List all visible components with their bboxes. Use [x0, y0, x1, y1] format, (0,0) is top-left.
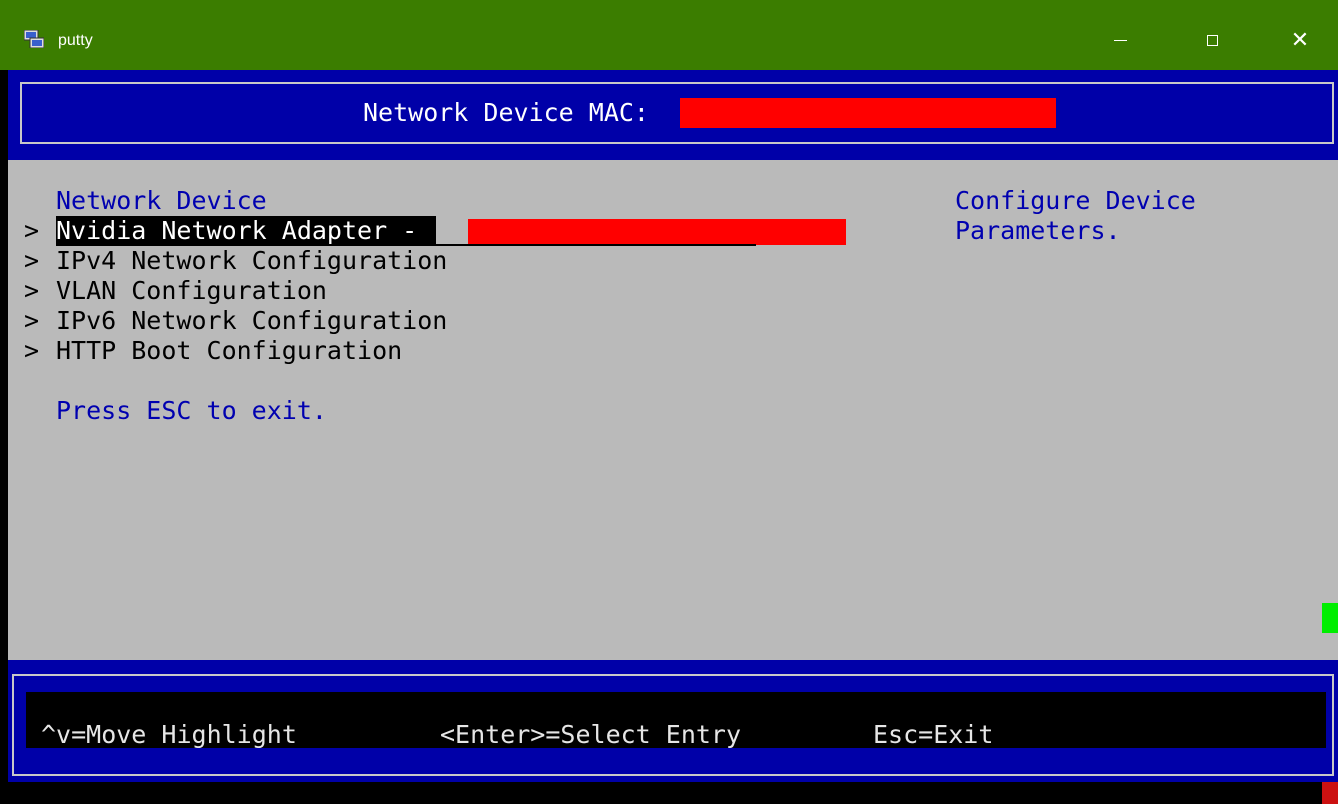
mac-redaction — [680, 98, 1056, 128]
section-title: Network Device — [56, 186, 267, 215]
form-content: Network Device > Nvidia Network Adapter … — [8, 160, 1338, 660]
help-text-line1: Configure Device — [955, 186, 1196, 215]
header-label: Network Device MAC: — [363, 98, 649, 127]
menu-item-http-boot[interactable]: HTTP Boot Configuration — [56, 336, 402, 366]
terminal-area[interactable]: Network Device MAC: Network Device > Nvi… — [0, 70, 1338, 804]
menu-item-nvidia-adapter[interactable]: Nvidia Network Adapter - — [56, 216, 437, 246]
menu-arrow: > — [24, 306, 40, 335]
menu-arrow: > — [24, 336, 40, 365]
header-band: Network Device MAC: — [8, 70, 1338, 160]
menu-arrow: > — [24, 216, 40, 245]
help-move: ^v=Move Highlight — [41, 720, 297, 749]
help-select: <Enter>=Select Entry — [440, 720, 742, 749]
window-titlebar[interactable]: putty ✕ — [0, 0, 1338, 70]
menu-item-vlan[interactable]: VLAN Configuration — [56, 276, 327, 306]
putty-icon — [24, 30, 44, 48]
footer-band: ^v=Move Highlight <Enter>=Select Entry E… — [8, 660, 1338, 782]
header-frame — [20, 82, 1334, 144]
menu-item-ipv6[interactable]: IPv6 Network Configuration — [56, 306, 447, 336]
exit-hint: Press ESC to exit. — [56, 396, 327, 425]
menu-arrow: > — [24, 276, 40, 305]
menu-arrow: > — [24, 246, 40, 275]
help-text-line2: Parameters. — [955, 216, 1121, 245]
minimize-icon[interactable] — [1104, 26, 1138, 56]
menu-item-ipv4[interactable]: IPv4 Network Configuration — [56, 246, 447, 276]
help-exit: Esc=Exit — [873, 720, 994, 749]
adapter-redaction — [468, 219, 846, 245]
maximize-icon[interactable] — [1196, 26, 1230, 56]
scroll-indicator — [1322, 603, 1338, 633]
close-icon[interactable]: ✕ — [1283, 26, 1317, 56]
window-title: putty — [58, 32, 93, 49]
cursor-block — [1322, 782, 1338, 804]
